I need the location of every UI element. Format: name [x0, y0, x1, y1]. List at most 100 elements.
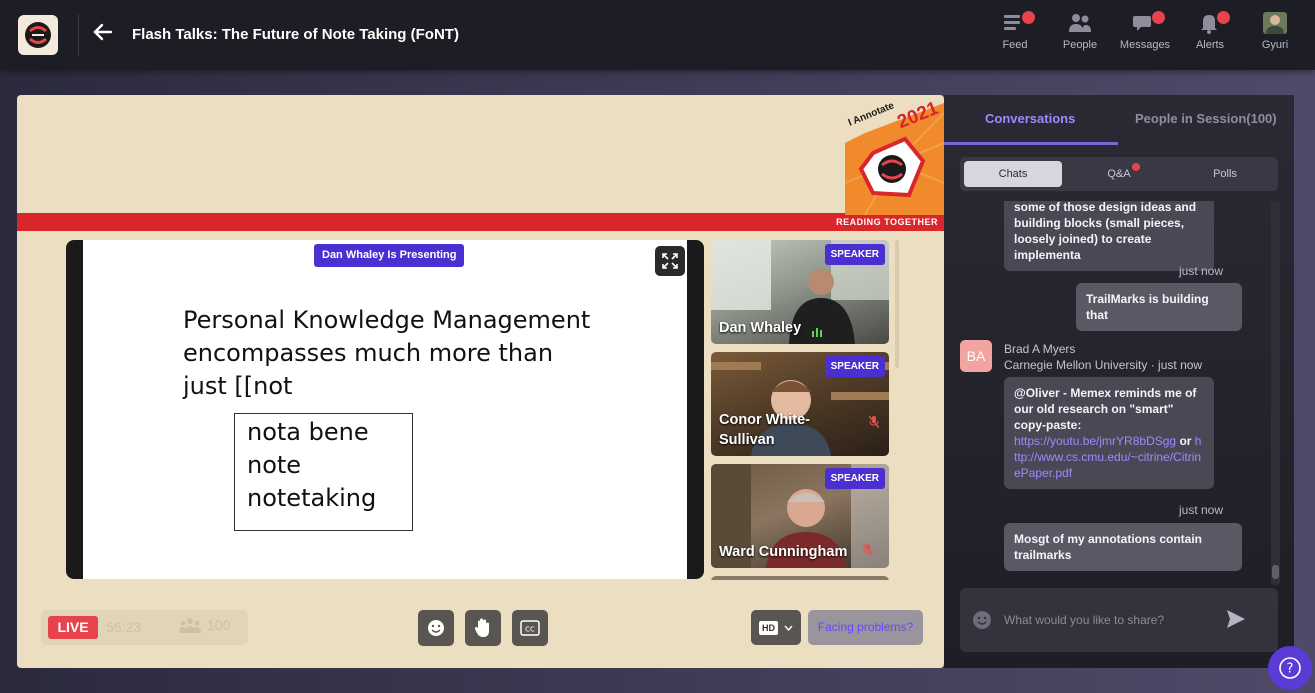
page-title: Flash Talks: The Future of Note Taking (… [132, 26, 459, 43]
quality-value: HD [759, 620, 778, 635]
feed-notification-dot [1022, 11, 1035, 24]
help-button[interactable]: ? [1268, 646, 1312, 690]
message-timestamp: just now [1179, 264, 1224, 278]
speaker-name: Ward Cunningham [719, 544, 848, 560]
tab-conversations[interactable]: Conversations [985, 111, 1075, 126]
slide-line: encompasses much more than [183, 339, 554, 367]
attendee-count-value: 100 [207, 617, 231, 633]
slide-body-text: Personal Knowledge Management encompasse… [183, 304, 603, 403]
nav-alerts[interactable]: Alerts [1178, 11, 1242, 62]
presentation-slide: Dan Whaley Is Presenting Personal Knowle… [83, 240, 687, 579]
message-text: @Oliver - Memex reminds me of our old re… [1014, 386, 1197, 432]
tab-people-in-session[interactable]: People in Session(100) [1135, 111, 1277, 126]
chevron-down-icon [784, 625, 793, 631]
message-text-or: or [1179, 434, 1192, 448]
reaction-button[interactable] [418, 610, 454, 646]
top-bar: Flash Talks: The Future of Note Taking (… [0, 0, 1315, 70]
nav-feed[interactable]: Feed [983, 11, 1047, 62]
slide-box-line: notetaking [247, 484, 377, 512]
message-author: Brad A Myers Carnegie Mellon University … [1004, 341, 1202, 373]
expand-icon [662, 253, 678, 269]
event-logo[interactable] [18, 15, 58, 55]
people-icon [1068, 12, 1092, 34]
segment-qa[interactable]: Q&A [1070, 161, 1168, 187]
author-avatar: BA [960, 340, 992, 372]
nav-people[interactable]: People [1048, 12, 1112, 62]
session-status-bar: LIVE 56:23 100 [41, 610, 248, 645]
speaker-tile[interactable] [711, 576, 889, 580]
speaker-scrollbar[interactable] [895, 240, 899, 368]
slide-line: just [[not [183, 372, 293, 400]
alerts-notification-dot [1217, 11, 1230, 24]
chat-scrollbar-thumb[interactable] [1272, 565, 1279, 579]
emoji-icon [428, 620, 444, 636]
facing-problems-button[interactable]: Facing problems? [808, 610, 923, 645]
mic-muted-icon [862, 543, 874, 559]
presentation-frame: Dan Whaley Is Presenting Personal Knowle… [66, 240, 704, 579]
panel-tabs: Conversations People in Session(100) [944, 95, 1294, 145]
captions-button[interactable]: CC [512, 610, 548, 646]
raise-hand-button[interactable] [465, 610, 501, 646]
user-avatar [1263, 12, 1287, 34]
speaker-tag: SPEAKER [824, 244, 885, 265]
hand-icon [474, 618, 489, 637]
quality-selector[interactable]: HD [751, 610, 801, 645]
header-divider [78, 14, 79, 56]
live-badge: LIVE [48, 616, 98, 639]
speaker-tile[interactable]: SPEAKER Conor White-Sullivan [711, 352, 889, 456]
speaker-tile[interactable]: SPEAKER Ward Cunningham [711, 464, 889, 568]
chat-input[interactable] [1004, 610, 1224, 630]
segment-qa-label: Q&A [1107, 168, 1131, 180]
attendees-icon [179, 618, 201, 633]
fullscreen-button[interactable] [655, 246, 685, 276]
nav-people-label: People [1062, 39, 1098, 51]
send-icon[interactable] [1225, 608, 1247, 630]
chat-composer [960, 588, 1278, 652]
slide-box-line: note [247, 451, 302, 479]
svg-text:?: ? [1287, 662, 1294, 677]
speaker-tag: SPEAKER [824, 468, 885, 489]
nav-user-label: Gyuri [1261, 39, 1289, 51]
event-badge: I Annotate 2021 [844, 98, 944, 227]
mic-muted-icon [868, 415, 880, 431]
speaker-name: Dan Whaley [719, 320, 802, 336]
nav-alerts-label: Alerts [1195, 39, 1225, 51]
chat-message: @Oliver - Memex reminds me of our old re… [1004, 377, 1214, 489]
banner-red-band [17, 213, 944, 231]
nav-messages-label: Messages [1119, 39, 1171, 51]
slide-line: Personal Knowledge Management [183, 306, 591, 334]
chat-segment-control: Chats Q&A Polls [960, 157, 1278, 191]
logo-icon [25, 22, 51, 48]
audio-level-icon [811, 324, 825, 337]
messages-notification-dot [1152, 11, 1165, 24]
segment-polls[interactable]: Polls [1176, 161, 1274, 187]
author-name: Brad A Myers [1004, 342, 1076, 356]
chat-message-own: Mosgt of my annotations contain trailmar… [1004, 523, 1242, 571]
attendee-count: 100 [179, 617, 230, 633]
session-stage: READING TOGETHER I Annotate 2021 Dan Wha… [17, 95, 944, 668]
session-timer: 56:23 [106, 619, 142, 635]
nav-user[interactable]: Gyuri [1243, 12, 1307, 62]
nav-messages[interactable]: Messages [1113, 11, 1177, 62]
slide-box-line: nota bene [247, 418, 369, 446]
speaker-name: Conor White-Sullivan [719, 412, 811, 448]
active-tab-underline [944, 142, 1118, 145]
message-timestamp: just now [1179, 503, 1224, 517]
speaker-list[interactable]: SPEAKER Dan Whaley SPEAKER Conor White-S… [711, 240, 889, 580]
qa-notification-dot [1132, 163, 1140, 171]
cc-icon: CC [520, 620, 540, 636]
chat-scrollbar[interactable] [1271, 201, 1280, 585]
back-arrow-icon[interactable] [93, 22, 115, 48]
segment-chats[interactable]: Chats [964, 161, 1062, 187]
help-icon: ? [1279, 657, 1301, 679]
author-meta: Carnegie Mellon University · just now [1004, 358, 1203, 372]
message-link[interactable]: https://youtu.be/jmrYR8bDSgg [1014, 434, 1176, 448]
speaker-tile[interactable]: SPEAKER Dan Whaley [711, 240, 889, 344]
bell-icon [1198, 11, 1230, 34]
chat-message-own: TrailMarks is building that [1076, 283, 1242, 331]
presenting-badge: Dan Whaley Is Presenting [314, 244, 465, 267]
speaker-tag: SPEAKER [824, 356, 885, 377]
chat-message: some of those design ideas and building … [1004, 201, 1214, 271]
emoji-picker-icon[interactable] [972, 610, 992, 630]
feed-icon [1003, 11, 1035, 34]
